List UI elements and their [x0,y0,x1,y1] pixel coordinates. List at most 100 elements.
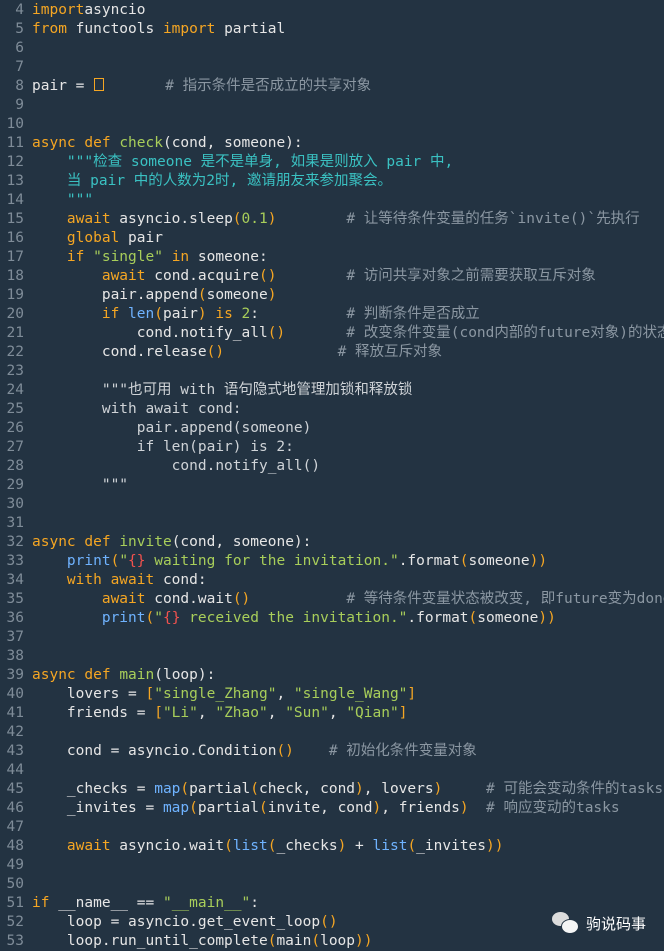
code-line: 36 print("{} received the invitation.".f… [0,609,664,628]
code-text: if "single" in someone: [32,248,268,265]
line-number: 33 [6,552,24,569]
code-line: 27 if len(pair) is 2: [0,438,664,457]
line-number: 34 [6,571,24,588]
code-line: 41 friends = ["Li", "Zhao", "Sun", "Qian… [0,704,664,723]
line-number: 9 [15,96,24,113]
code-line: 8 pair = # 指示条件是否成立的共享对象 [0,77,664,96]
code-text: """ [32,191,94,208]
line-number: 44 [6,761,24,778]
code-line: 20 if len(pair) is 2: # 判断条件是否成立 [0,305,664,324]
line-number: 39 [6,666,24,683]
line-number: 30 [6,495,24,512]
line-number: 5 [15,20,24,37]
line-number: 41 [6,704,24,721]
line-number: 50 [6,875,24,892]
code-text: friends = ["Li", "Zhao", "Sun", "Qian"] [32,704,408,721]
code-text: print("{} received the invitation.".form… [32,609,556,626]
line-number: 24 [6,381,24,398]
line-number: 35 [6,590,24,607]
code-text: await asyncio.wait(list(_checks) + list(… [32,837,504,854]
code-text: loop = asyncio.get_event_loop() [32,913,338,930]
code-text: async def invite(cond, someone): [32,533,312,550]
line-number: 12 [6,153,24,170]
line-number: 53 [6,932,24,949]
code-line: 10 [0,115,664,134]
code-line: 53 loop.run_until_complete(main(loop)) [0,932,664,951]
code-line: 5 from functools import partial [0,20,664,39]
code-line: 23 [0,362,664,381]
code-line: 45 _checks = map(partial(check, cond), l… [0,780,664,799]
code-line: 44 [0,761,664,780]
code-editor[interactable]: 4 importasyncio 5 from functools import par… [0,0,664,951]
line-number: 51 [6,894,24,911]
code-text: print("{} waiting for the invitation.".f… [32,552,548,569]
code-line: 15 await asyncio.sleep(0.1) # 让等待条件变量的任务… [0,210,664,229]
line-number: 20 [6,305,24,322]
code-line: 16 global pair [0,229,664,248]
code-line: 37 [0,628,664,647]
empty-list-brackets [94,77,105,91]
code-line: 21 cond.notify_all() # 改变条件变量(cond内部的fut… [0,324,664,343]
line-number: 48 [6,837,24,854]
code-text: cond.notify_all() [32,457,321,474]
line-number: 46 [6,799,24,816]
line-number: 36 [6,609,24,626]
code-line: 30 [0,495,664,514]
code-line: 31 [0,514,664,533]
line-number: 17 [6,248,24,265]
code-line: 9 [0,96,664,115]
code-text: async def check(cond, someone): [32,134,303,151]
line-number: 37 [6,628,24,645]
line-number: 47 [6,818,24,835]
line-number: 31 [6,514,24,531]
code-line: 32 async def invite(cond, someone): [0,533,664,552]
code-text: with await cond: [32,571,207,588]
code-line: 22 cond.release() # 释放互斥对象 [0,343,664,362]
code-line: 11 async def check(cond, someone): [0,134,664,153]
code-text: _checks = map(partial(check, cond), love… [32,780,664,797]
code-line: 25 with await cond: [0,400,664,419]
code-line: 24 """也可用 with 语句隐式地管理加锁和释放锁 [0,381,664,400]
code-line: 13 当 pair 中的人数为2时, 邀请朋友来参加聚会。 [0,172,664,191]
line-number: 13 [6,172,24,189]
code-text: 当 pair 中的人数为2时, 邀请朋友来参加聚会。 [32,172,392,189]
line-number: 15 [6,210,24,227]
code-line: 51 if __name__ == "__main__": [0,894,664,913]
code-line: 35 await cond.wait() # 等待条件变量状态被改变, 即fut… [0,590,664,609]
code-text: global pair [32,229,163,246]
wechat-icon [551,912,579,934]
code-line: 7 [0,58,664,77]
line-number: 43 [6,742,24,759]
code-text: await cond.wait() # 等待条件变量状态被改变, 即future… [32,590,664,607]
code-line: 39 async def main(loop): [0,666,664,685]
code-line: 18 await cond.acquire() # 访问共享对象之前需要获取互斥… [0,267,664,286]
line-number: 26 [6,419,24,436]
line-number: 52 [6,913,24,930]
line-number: 45 [6,780,24,797]
code-line: 38 [0,647,664,666]
code-text: pair = # 指示条件是否成立的共享对象 [32,77,372,94]
line-number: 32 [6,533,24,550]
code-text: loop.run_until_complete(main(loop)) [32,932,373,949]
code-line: 50 [0,875,664,894]
code-line: 6 [0,39,664,58]
line-number: 10 [6,115,24,132]
code-line: 29 """ [0,476,664,495]
line-number: 19 [6,286,24,303]
line-number: 21 [6,324,24,341]
line-number: 18 [6,267,24,284]
watermark: 驹说码事 [551,912,646,934]
line-number: 8 [15,77,24,94]
line-number: 16 [6,229,24,246]
code-text: async def main(loop): [32,666,216,683]
code-line: 40 lovers = ["single_Zhang", "single_Wan… [0,685,664,704]
code-line: 42 [0,723,664,742]
code-text: pair.append(someone) [32,419,312,436]
line-number: 28 [6,457,24,474]
code-text: if len(pair) is 2: # 判断条件是否成立 [32,305,480,322]
code-line: 34 with await cond: [0,571,664,590]
code-line: 48 await asyncio.wait(list(_checks) + li… [0,837,664,856]
code-text: await cond.acquire() # 访问共享对象之前需要获取互斥对象 [32,267,596,284]
code-text: with await cond: [32,400,242,417]
line-number: 11 [6,134,24,151]
